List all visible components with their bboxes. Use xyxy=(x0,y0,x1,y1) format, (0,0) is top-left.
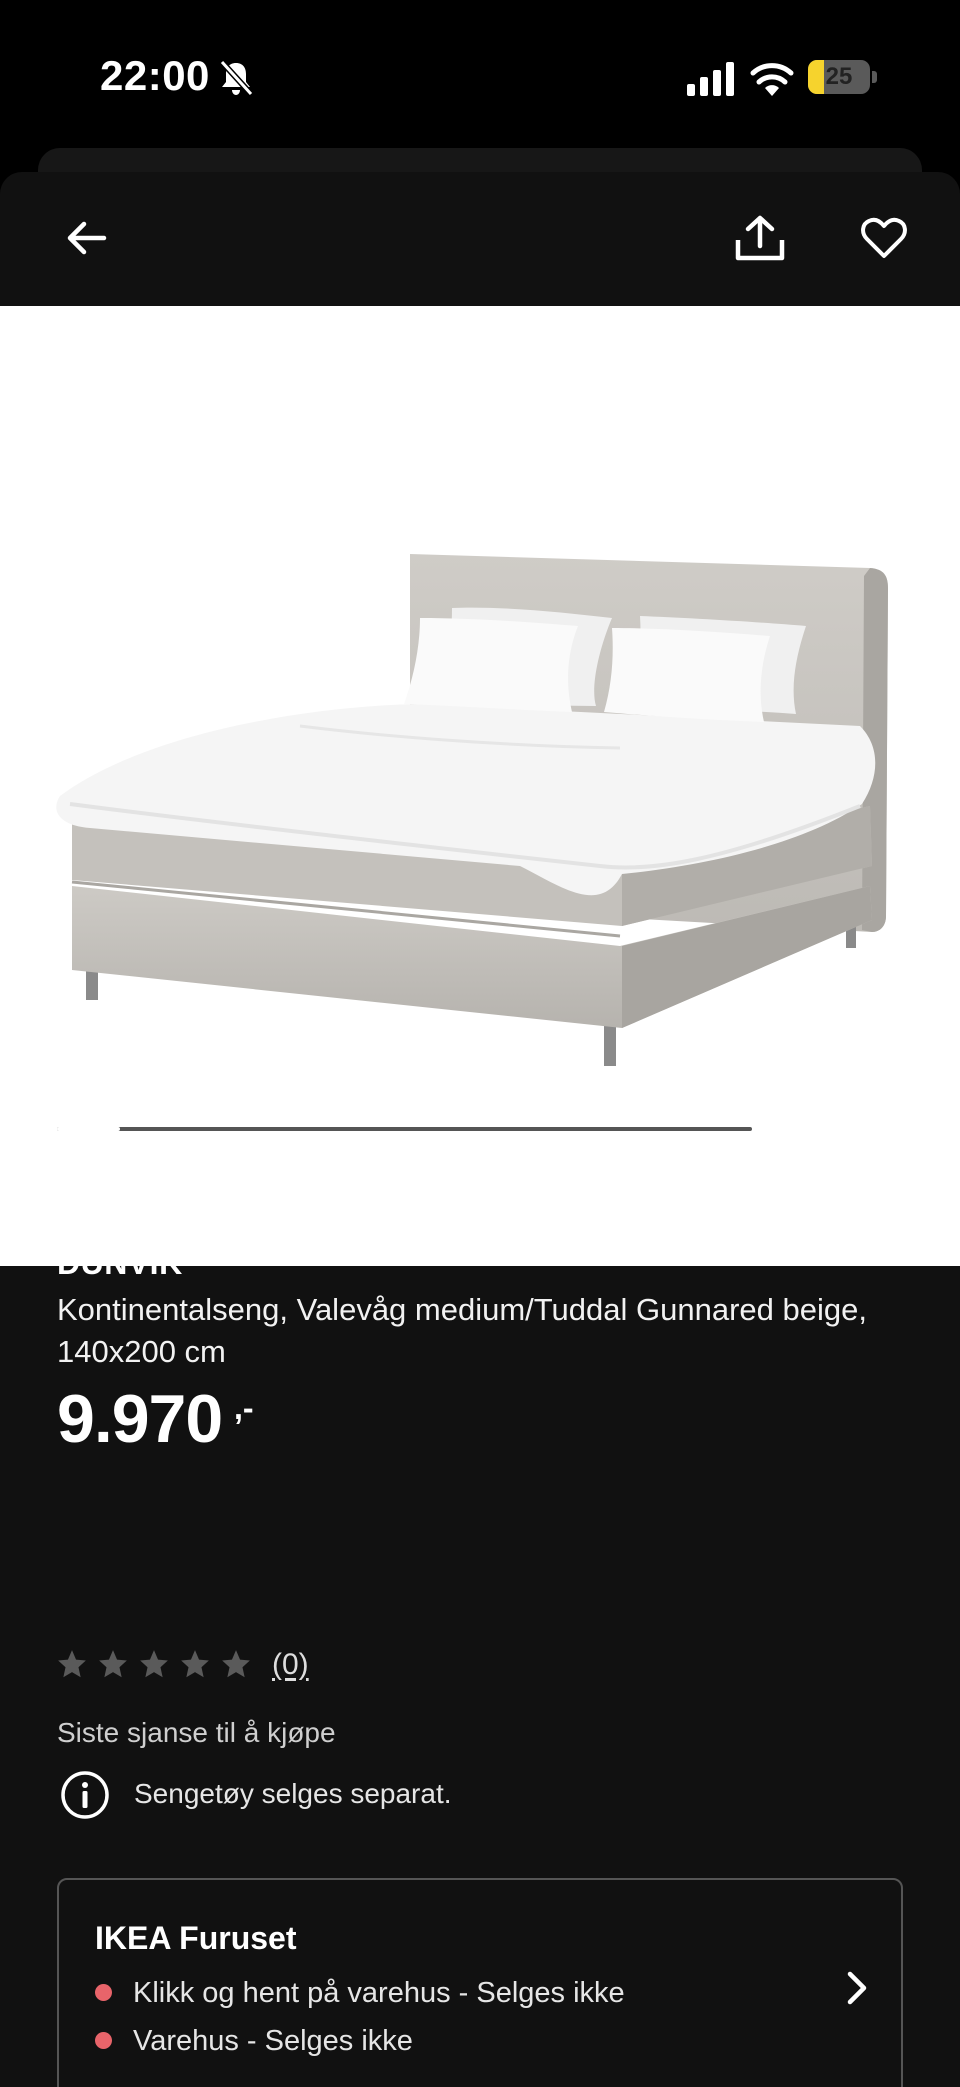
product-brand: DUNVIK xyxy=(57,1245,183,1281)
pager-progress xyxy=(57,1127,120,1131)
bell-off-icon xyxy=(219,59,254,97)
star-icon xyxy=(140,1650,168,1678)
favorite-button[interactable] xyxy=(844,198,924,278)
star-icon xyxy=(222,1650,250,1678)
info-note: Sengetøy selges separat. xyxy=(134,1778,452,1809)
arrow-left-icon xyxy=(67,221,107,255)
rating-row[interactable] xyxy=(57,1640,457,1680)
unavailable-dot-icon xyxy=(95,1983,112,2001)
star-icon xyxy=(58,1650,86,1678)
share-button[interactable] xyxy=(720,198,800,278)
store-line-click-collect: Klikk og hent på varehus - Selges ikke xyxy=(95,1977,625,2017)
price-suffix: ,- xyxy=(234,1390,254,1426)
rating-count[interactable]: (0) xyxy=(272,1648,309,1682)
heart-icon xyxy=(861,217,907,258)
availability-note: Siste sjanse til å kjøpe xyxy=(57,1717,336,1748)
status-bar: 22:00 25 xyxy=(0,0,960,150)
status-time: 22:00 xyxy=(100,52,210,99)
star-icon xyxy=(99,1650,127,1678)
rating-stars xyxy=(57,1649,251,1679)
unavailable-dot-icon xyxy=(95,2031,112,2049)
product-description: Kontinentalseng, Valevåg medium/Tuddal G… xyxy=(57,1292,867,1369)
star-icon xyxy=(181,1650,209,1678)
store-line-text: Varehus - Selges ikke xyxy=(133,2025,413,2057)
pager-label: 1 av 11 xyxy=(788,1112,880,1143)
store-name: IKEA Furuset xyxy=(95,1920,297,1956)
store-line-text: Klikk og hent på varehus - Selges ikke xyxy=(133,1977,625,2009)
wifi-icon xyxy=(750,63,794,96)
top-nav xyxy=(0,172,960,306)
chevron-right-icon[interactable] xyxy=(836,1968,876,2008)
back-button[interactable] xyxy=(46,198,126,278)
pager-track[interactable] xyxy=(57,1127,752,1131)
product-price: 9.970 xyxy=(57,1381,223,1457)
share-icon xyxy=(735,215,785,261)
info-icon xyxy=(61,1771,109,1819)
battery-icon: 25 xyxy=(808,60,878,94)
signal-icon xyxy=(687,62,734,96)
store-line-warehouse: Varehus - Selges ikke xyxy=(95,2025,413,2065)
battery-level: 25 xyxy=(825,63,853,90)
